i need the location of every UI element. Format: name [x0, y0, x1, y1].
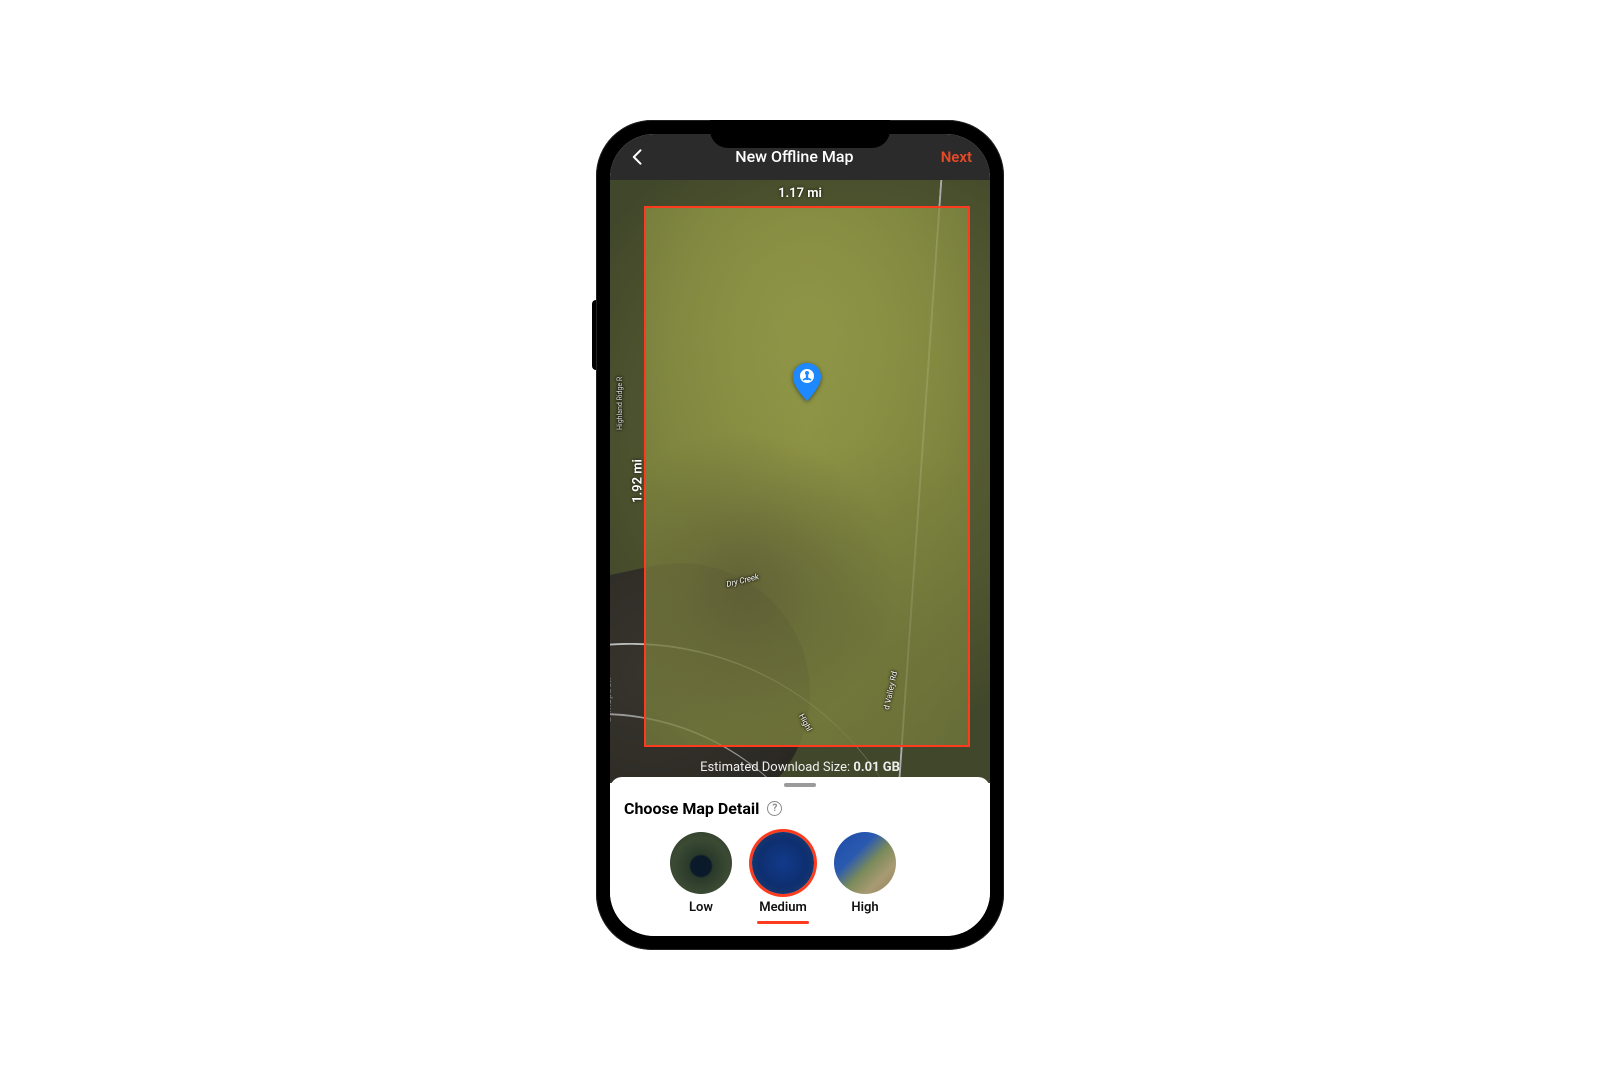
detail-option-medium[interactable]: Medium: [752, 832, 814, 924]
detail-option-label: Medium: [759, 900, 807, 915]
download-size-row: Estimated Download Size: 0.01 GB: [610, 760, 990, 775]
sheet-title-row: Choose Map Detail ?: [624, 799, 976, 818]
page-title: New Offline Map: [735, 147, 853, 166]
thumbnail-high: [834, 832, 896, 894]
app-screen: New Offline Map Next: [610, 134, 990, 936]
next-button[interactable]: Next: [941, 148, 972, 166]
sheet-drag-handle[interactable]: [784, 783, 816, 787]
download-size-value: 0.01 GB: [853, 760, 900, 775]
selection-width-label: 1.17 mi: [778, 186, 822, 201]
selection-height-label: 1.92 mi: [630, 459, 645, 503]
map-marker[interactable]: [792, 363, 822, 401]
help-icon[interactable]: ?: [767, 801, 782, 816]
selection-rectangle[interactable]: Dry Creek Highl d Valley Rd: [644, 206, 970, 747]
map-attribution: © mapbox: [610, 677, 614, 723]
detail-option-label: Low: [689, 900, 713, 915]
option-underline: [757, 921, 809, 924]
detail-options: Low Medium High: [624, 832, 976, 924]
option-underline: [839, 921, 891, 924]
sheet-title: Choose Map Detail: [624, 799, 759, 818]
detail-sheet: Choose Map Detail ? Low Medium High: [610, 777, 990, 936]
location-pin-icon: [792, 363, 822, 401]
arrow-left-icon: [628, 147, 648, 167]
phone-frame: New Offline Map Next: [596, 120, 1004, 950]
detail-option-high[interactable]: High: [834, 832, 896, 924]
back-button[interactable]: [628, 147, 648, 167]
map-area[interactable]: Dry Creek Highl d Valley Rd Highland Rid…: [610, 180, 990, 783]
detail-option-low[interactable]: Low: [670, 832, 732, 924]
option-underline: [675, 921, 727, 924]
selection-terrain: [646, 208, 968, 745]
phone-notch: [710, 120, 890, 148]
thumbnail-low: [670, 832, 732, 894]
detail-option-label: High: [851, 900, 878, 915]
thumbnail-medium: [752, 832, 814, 894]
download-size-label: Estimated Download Size:: [700, 760, 850, 775]
map-label-ridge: Highland Ridge R: [616, 376, 624, 429]
